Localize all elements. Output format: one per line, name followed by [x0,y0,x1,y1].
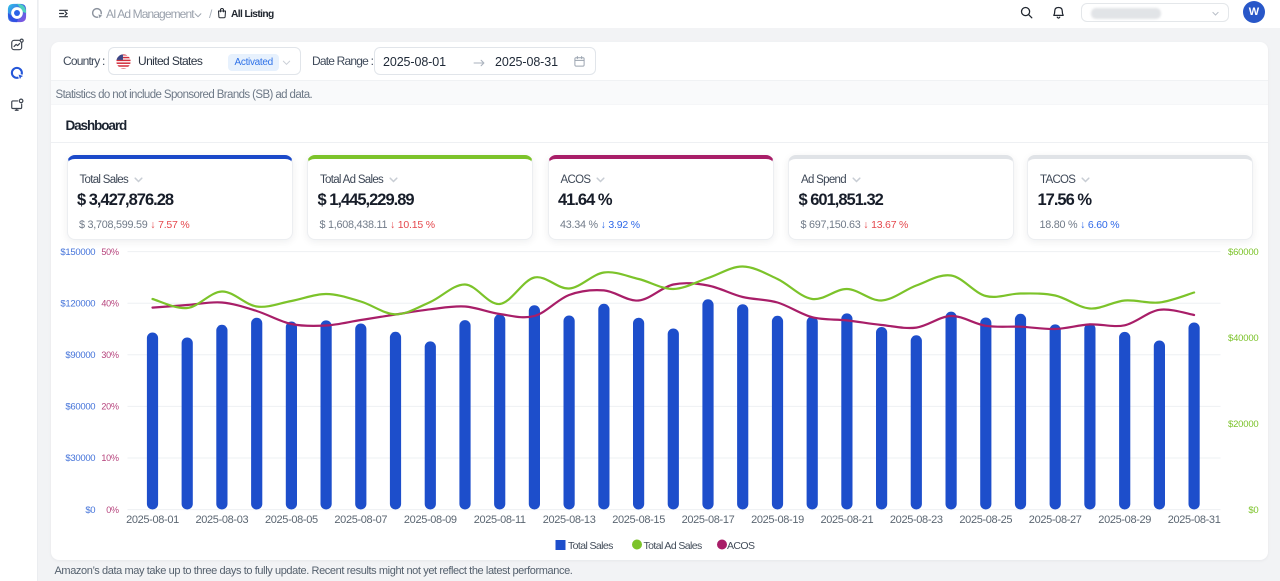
svg-text:ACOS: ACOS [727,540,755,552]
svg-text:$60000: $60000 [65,402,95,413]
svg-text:Total Ad Sales: Total Ad Sales [644,540,702,552]
svg-text:$0: $0 [1248,505,1258,516]
svg-text:0%: 0% [106,505,119,515]
svg-text:$30000: $30000 [65,453,95,464]
svg-text:2025-08-23: 2025-08-23 [890,514,943,526]
svg-text:2025-08-27: 2025-08-27 [1029,514,1082,526]
svg-text:$40000: $40000 [1228,333,1259,344]
svg-text:2025-08-29: 2025-08-29 [1098,514,1151,526]
svg-text:2025-08-07: 2025-08-07 [334,514,387,526]
svg-text:$150000: $150000 [60,247,95,258]
svg-text:$20000: $20000 [1228,419,1259,430]
svg-text:2025-08-01: 2025-08-01 [126,514,179,526]
svg-text:2025-08-11: 2025-08-11 [474,514,526,526]
svg-text:10%: 10% [101,453,119,463]
svg-text:2025-08-25: 2025-08-25 [959,514,1012,526]
svg-text:50%: 50% [101,247,119,257]
svg-text:30%: 30% [101,350,119,360]
svg-text:2025-08-09: 2025-08-09 [404,514,457,526]
svg-text:2025-08-05: 2025-08-05 [265,514,318,526]
svg-text:Total Sales: Total Sales [568,540,613,552]
svg-text:$90000: $90000 [65,350,95,361]
svg-text:$0: $0 [85,505,95,516]
svg-text:2025-08-31: 2025-08-31 [1168,514,1221,526]
svg-text:$60000: $60000 [1228,247,1259,258]
svg-text:2025-08-21: 2025-08-21 [821,514,874,526]
svg-text:40%: 40% [101,298,119,308]
svg-text:2025-08-17: 2025-08-17 [682,514,735,526]
svg-text:2025-08-13: 2025-08-13 [543,514,596,526]
svg-text:20%: 20% [101,402,119,412]
svg-text:$120000: $120000 [60,298,95,309]
svg-text:2025-08-19: 2025-08-19 [751,514,804,526]
svg-text:2025-08-15: 2025-08-15 [612,514,665,526]
svg-text:2025-08-03: 2025-08-03 [196,514,249,526]
